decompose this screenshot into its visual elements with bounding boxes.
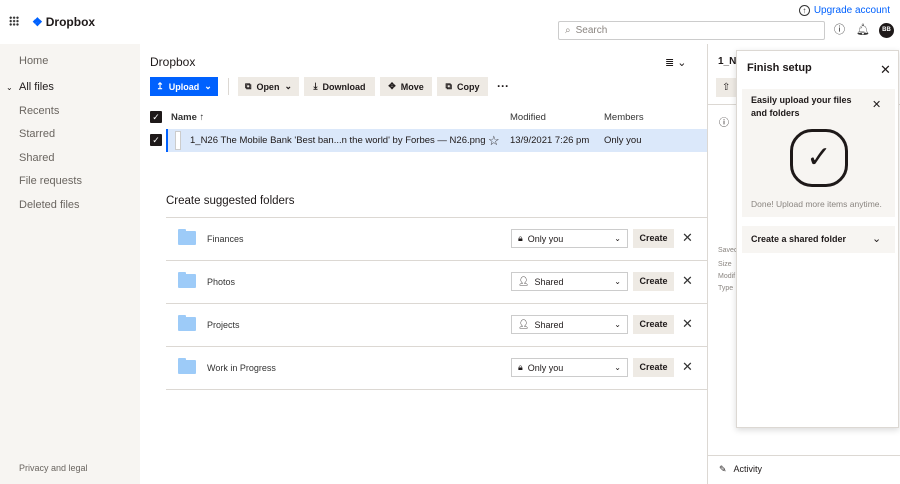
suggested-folders-title: Create suggested folders: [166, 195, 295, 207]
folder-icon: [178, 315, 196, 331]
sidebar-item-home[interactable]: Home: [19, 55, 48, 67]
upload-button[interactable]: ↥ Upload ⌄: [150, 77, 218, 96]
people-icon: 👤︎: [518, 276, 530, 286]
chevron-down-icon: ⌄: [614, 363, 621, 372]
sidebar-item-shared[interactable]: Shared: [19, 152, 54, 164]
dismiss-icon[interactable]: ✕: [682, 316, 693, 332]
upload-status: Done! Upload more items anytime.: [751, 199, 882, 209]
upgrade-account-link[interactable]: ↑ Upgrade account: [798, 5, 890, 16]
suggested-folder-row: Projects 👤︎ Shared ⌄ Create ✕: [166, 304, 707, 346]
arrow-up-circle-icon: ↑: [798, 5, 810, 16]
chevron-down-icon: ⌄: [614, 234, 621, 243]
create-button[interactable]: Create: [633, 315, 674, 334]
sidebar: Home ⌄ All files Recents Starred Shared F…: [0, 44, 140, 484]
suggested-folder-row: Work in Progress 🔒︎ Only you ⌄ Create ✕: [166, 347, 707, 389]
type-label: Type: [718, 285, 734, 292]
divider: [166, 389, 707, 390]
folder-icon: [178, 358, 196, 374]
avatar[interactable]: BB: [879, 23, 894, 38]
close-icon[interactable]: ✕: [880, 62, 891, 78]
chevron-down-icon: ⌄: [284, 81, 292, 91]
privacy-legal-link[interactable]: Privacy and legal: [19, 463, 88, 473]
select-all-checkbox[interactable]: ✓: [150, 111, 162, 123]
chevron-down-icon: ⌄: [872, 233, 882, 245]
folder-icon: [178, 229, 196, 245]
create-shared-folder-card[interactable]: Create a shared folder ⌄: [742, 226, 895, 253]
column-name[interactable]: Name ↑: [171, 112, 204, 123]
move-icon: ✥: [388, 81, 396, 91]
checkmark-icon: ✓: [790, 129, 848, 187]
download-icon: ⤓: [313, 81, 318, 91]
column-modified[interactable]: Modified: [510, 112, 546, 123]
sidebar-item-starred[interactable]: Starred: [19, 128, 55, 140]
people-icon: 👤︎: [518, 319, 530, 329]
open-external-icon: ⧉: [245, 81, 252, 91]
app-grid-icon[interactable]: [9, 16, 19, 26]
dismiss-icon[interactable]: ✕: [682, 359, 693, 375]
modified-label: Modif: [718, 273, 736, 280]
suggested-folder-row: Photos 👤︎ Shared ⌄ Create ✕: [166, 261, 707, 303]
upload-card: Easily upload your files and folders ✕ ✓…: [742, 89, 895, 217]
lock-icon: 🔒︎: [518, 362, 523, 372]
page-title: Dropbox: [150, 55, 196, 69]
dismiss-icon[interactable]: ✕: [682, 273, 693, 289]
divider: [708, 455, 900, 456]
create-button[interactable]: Create: [633, 229, 674, 248]
sidebar-item-recents[interactable]: Recents: [19, 105, 59, 117]
close-icon[interactable]: ✕: [872, 98, 881, 111]
move-button[interactable]: ✥ Move: [380, 77, 432, 96]
chevron-down-icon: ⌄: [204, 81, 212, 91]
info-icon[interactable]: ⓘ: [719, 114, 729, 129]
search-input[interactable]: ⌕ Search: [558, 21, 825, 40]
folder-name: Work in Progress: [207, 363, 276, 373]
bell-icon[interactable]: 🔔︎: [856, 24, 870, 37]
finish-setup-popup: Finish setup ✕ Easily upload your files …: [736, 50, 899, 428]
dismiss-icon[interactable]: ✕: [682, 230, 693, 246]
access-dropdown[interactable]: 👤︎ Shared ⌄: [511, 272, 628, 291]
sidebar-item-deleted-files[interactable]: Deleted files: [19, 199, 80, 211]
chevron-down-icon: ⌄: [614, 320, 621, 329]
open-button[interactable]: ⧉ Open ⌄: [238, 77, 299, 96]
search-icon: ⌕: [565, 25, 571, 36]
folder-name: Photos: [207, 277, 236, 287]
upload-icon: ↥: [156, 81, 164, 91]
table-row[interactable]: 1_N26 The Mobile Bank 'Best ban...n the …: [166, 129, 707, 152]
view-toggle-icon[interactable]: ≣ ⌄: [665, 56, 687, 69]
access-dropdown[interactable]: 🔒︎ Only you ⌄: [511, 358, 628, 377]
copy-button[interactable]: ⧉ Copy: [437, 77, 488, 96]
chevron-down-icon: ⌄: [614, 277, 621, 286]
activity-icon: ✎: [719, 464, 727, 474]
access-dropdown[interactable]: 👤︎ Shared ⌄: [511, 315, 628, 334]
chevron-down-icon: ⌄: [6, 83, 13, 92]
star-icon[interactable]: ☆: [488, 133, 500, 149]
top-bar: ❖ Dropbox ↑ Upgrade account ⌕ Search ⓘ 🔔︎ B…: [0, 0, 900, 44]
divider: [228, 78, 229, 95]
size-label: Size: [718, 261, 732, 268]
download-button[interactable]: ⤓ Download: [304, 77, 375, 96]
folder-name: Projects: [207, 320, 240, 330]
dropbox-box-icon: ❖: [32, 15, 43, 29]
sidebar-item-all-files[interactable]: ⌄ All files: [6, 81, 54, 93]
row-checkbox[interactable]: ✓: [150, 134, 162, 146]
file-thumbnail-icon: [175, 131, 181, 150]
dropbox-logo[interactable]: ❖ Dropbox: [32, 15, 95, 29]
lock-icon: 🔒︎: [518, 233, 523, 243]
folder-icon: [178, 272, 196, 288]
copy-icon: ⧉: [445, 81, 452, 91]
access-dropdown[interactable]: 🔒︎ Only you ⌄: [511, 229, 628, 248]
suggested-folder-row: Finances 🔒︎ Only you ⌄ Create ✕: [166, 218, 707, 260]
upload-card-title: Easily upload your files and folders: [751, 95, 852, 118]
create-button[interactable]: Create: [633, 272, 674, 291]
folder-name: Finances: [207, 234, 244, 244]
help-icon[interactable]: ⓘ: [833, 24, 846, 37]
activity-tab[interactable]: ✎ Activity: [719, 464, 762, 475]
sort-arrow-up-icon: ↑: [199, 112, 205, 123]
more-options-icon[interactable]: ···: [497, 79, 509, 93]
finish-setup-title: Finish setup: [747, 62, 812, 74]
column-members[interactable]: Members: [604, 112, 644, 123]
saved-label: Saved: [718, 247, 738, 254]
sidebar-item-file-requests[interactable]: File requests: [19, 175, 82, 187]
create-button[interactable]: Create: [633, 358, 674, 377]
